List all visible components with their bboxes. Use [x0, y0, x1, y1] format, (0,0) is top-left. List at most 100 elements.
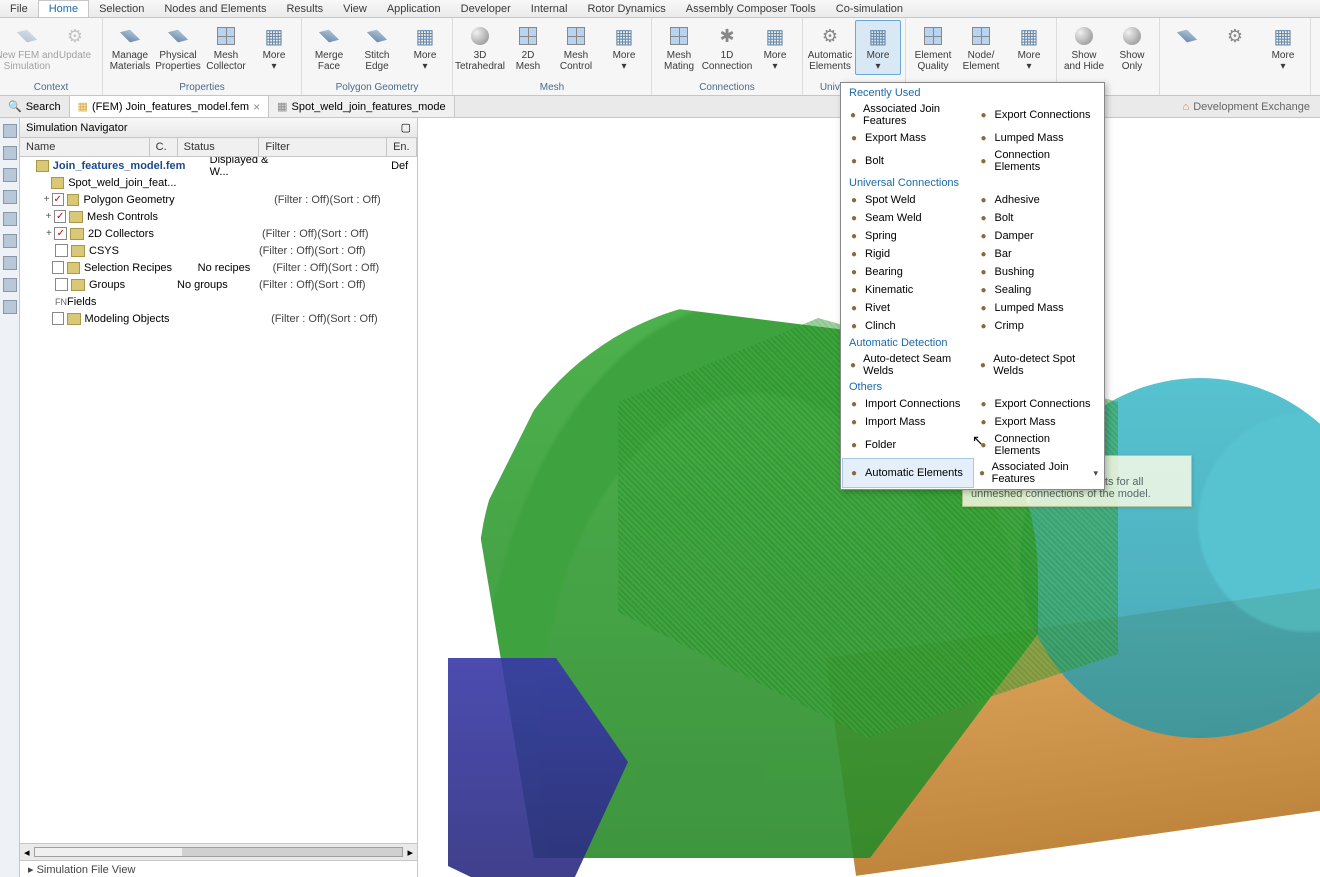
menu-selection[interactable]: Selection	[89, 0, 154, 17]
menu-co-simulation[interactable]: Co-simulation	[826, 0, 913, 17]
dropdown-item-auto-detect-seam-welds[interactable]: Auto-detect Seam Welds	[843, 351, 973, 379]
checkbox[interactable]	[52, 261, 64, 274]
dropdown-item-seam-weld[interactable]: Seam Weld	[843, 209, 973, 227]
dropdown-item-import-connections[interactable]: Import Connections	[843, 395, 973, 413]
dropdown-item-associated-join-features[interactable]: Associated Join Features	[843, 101, 973, 129]
dropdown-item-export-mass[interactable]: Export Mass	[843, 129, 973, 147]
col-env[interactable]: En.	[387, 138, 417, 156]
ribbon-btn-stitch[interactable]: Stitch Edge	[354, 20, 400, 75]
dropdown-item-export-mass[interactable]: Export Mass	[973, 413, 1103, 431]
dropdown-item-rivet[interactable]: Rivet	[843, 299, 973, 317]
ribbon-btn-show[interactable]: Show and Hide	[1061, 20, 1107, 75]
left-tool-7[interactable]	[3, 256, 17, 270]
left-tool-2[interactable]	[3, 146, 17, 160]
dropdown-item-export-connections[interactable]: Export Connections	[973, 101, 1103, 129]
expand-icon[interactable]: +	[44, 228, 55, 239]
ribbon-btn-mesh[interactable]: Mesh Collector	[203, 20, 249, 75]
dropdown-item-bearing[interactable]: Bearing	[843, 263, 973, 281]
panel-pin-icon[interactable]: ▢	[401, 121, 411, 134]
menu-nodes-and-elements[interactable]: Nodes and Elements	[154, 0, 276, 17]
tree-row[interactable]: Join_features_model.femDisplayed & W...D…	[20, 157, 417, 174]
menu-home[interactable]: Home	[38, 0, 89, 17]
dropdown-item-bar[interactable]: Bar	[973, 245, 1103, 263]
dropdown-item-kinematic[interactable]: Kinematic	[843, 281, 973, 299]
close-icon[interactable]: ×	[253, 100, 260, 114]
ribbon-btn-more[interactable]: More ▾	[601, 20, 647, 75]
ribbon-btn-more[interactable]: More ▾	[855, 20, 901, 75]
dropdown-item-auto-detect-spot-welds[interactable]: Auto-detect Spot Welds	[973, 351, 1103, 379]
tree-row[interactable]: CSYS(Filter : Off)(Sort : Off)	[20, 242, 417, 259]
menu-results[interactable]: Results	[276, 0, 333, 17]
dropdown-item-spring[interactable]: Spring	[843, 227, 973, 245]
col-name[interactable]: Name	[20, 138, 150, 156]
ribbon-btn-manage[interactable]: Manage Materials	[107, 20, 153, 75]
tree-row[interactable]: FN Fields	[20, 293, 417, 310]
ribbon-btn-physical[interactable]: Physical Properties	[155, 20, 201, 75]
ribbon-btn-show[interactable]: Show Only	[1109, 20, 1155, 75]
checkbox[interactable]	[54, 227, 67, 240]
menu-file[interactable]: File	[0, 0, 38, 17]
checkbox[interactable]	[55, 278, 68, 291]
left-tool-1[interactable]	[3, 124, 17, 138]
tree-row[interactable]: +Mesh Controls	[20, 208, 417, 225]
menu-rotor-dynamics[interactable]: Rotor Dynamics	[577, 0, 675, 17]
ribbon-btn-more[interactable]: More ▾	[752, 20, 798, 75]
dropdown-item-damper[interactable]: Damper	[973, 227, 1103, 245]
ribbon-btn-1d[interactable]: 1D Connection	[704, 20, 750, 75]
dropdown-item-export-connections[interactable]: Export Connections	[973, 395, 1103, 413]
checkbox[interactable]	[52, 193, 64, 206]
doc-tab[interactable]: ▦(FEM) Join_features_model.fem×	[70, 96, 270, 117]
tree-row[interactable]: GroupsNo groups(Filter : Off)(Sort : Off…	[20, 276, 417, 293]
ribbon-btn-element[interactable]: Element Quality	[910, 20, 956, 75]
development-exchange-link[interactable]: ⌂ Development Exchange	[1173, 96, 1320, 117]
left-tool-6[interactable]	[3, 234, 17, 248]
col-status[interactable]: Status	[178, 138, 260, 156]
menu-internal[interactable]: Internal	[521, 0, 578, 17]
dropdown-item-sealing[interactable]: Sealing	[973, 281, 1103, 299]
dropdown-item-lumped-mass[interactable]: Lumped Mass	[973, 129, 1103, 147]
left-tool-5[interactable]	[3, 212, 17, 226]
expand-icon[interactable]: +	[42, 194, 52, 205]
dropdown-item-bolt[interactable]: Bolt	[973, 209, 1103, 227]
col-filter[interactable]: Filter	[259, 138, 387, 156]
dropdown-item-bolt[interactable]: Bolt	[843, 147, 973, 175]
checkbox[interactable]	[55, 244, 68, 257]
ribbon-btn-more[interactable]: More ▾	[251, 20, 297, 75]
ribbon-btn-more[interactable]: More ▾	[1006, 20, 1052, 75]
dropdown-item-rigid[interactable]: Rigid	[843, 245, 973, 263]
menu-assembly-composer-tools[interactable]: Assembly Composer Tools	[676, 0, 826, 17]
ribbon-btn-more[interactable]: More ▾	[402, 20, 448, 75]
search-tab[interactable]: 🔍 Search	[0, 96, 70, 117]
dropdown-item-import-mass[interactable]: Import Mass	[843, 413, 973, 431]
navigator-hscroll[interactable]: ◂▸	[20, 843, 417, 860]
menu-developer[interactable]: Developer	[451, 0, 521, 17]
menu-view[interactable]: View	[333, 0, 377, 17]
col-c[interactable]: C.	[150, 138, 178, 156]
ribbon-btn-automatic[interactable]: Automatic Elements	[807, 20, 853, 75]
dropdown-item-associated-join-features[interactable]: Associated Join Features▾	[973, 459, 1103, 487]
ribbon-btn-merge[interactable]: Merge Face	[306, 20, 352, 75]
ribbon-btn-mesh[interactable]: Mesh Mating	[656, 20, 702, 75]
dropdown-item-spot-weld[interactable]: Spot Weld	[843, 191, 973, 209]
tree-row[interactable]: Modeling Objects(Filter : Off)(Sort : Of…	[20, 310, 417, 327]
expand-icon[interactable]: +	[43, 211, 54, 222]
navigator-footer[interactable]: ▸ Simulation File View	[20, 860, 417, 877]
dropdown-item-crimp[interactable]: Crimp	[973, 317, 1103, 335]
ribbon-btn-icon[interactable]	[1212, 20, 1258, 53]
tree-row[interactable]: +Polygon Geometry(Filter : Off)(Sort : O…	[20, 191, 417, 208]
dropdown-item-adhesive[interactable]: Adhesive	[973, 191, 1103, 209]
ribbon-btn-2d[interactable]: 2D Mesh	[505, 20, 551, 75]
left-tool-8[interactable]	[3, 278, 17, 292]
dropdown-item-connection-elements[interactable]: Connection Elements	[973, 147, 1103, 175]
dropdown-item-bushing[interactable]: Bushing	[973, 263, 1103, 281]
left-tool-4[interactable]	[3, 190, 17, 204]
dropdown-item-clinch[interactable]: Clinch	[843, 317, 973, 335]
tree-row[interactable]: +2D Collectors(Filter : Off)(Sort : Off)	[20, 225, 417, 242]
dropdown-item-connection-elements[interactable]: Connection Elements	[973, 431, 1103, 459]
checkbox[interactable]	[54, 210, 67, 223]
dropdown-item-folder[interactable]: Folder	[843, 431, 973, 459]
menu-application[interactable]: Application	[377, 0, 451, 17]
dropdown-item-automatic-elements[interactable]: Automatic Elements	[843, 459, 973, 487]
ribbon-btn-icon[interactable]	[1164, 20, 1210, 53]
ribbon-btn-node-[interactable]: Node/ Element	[958, 20, 1004, 75]
